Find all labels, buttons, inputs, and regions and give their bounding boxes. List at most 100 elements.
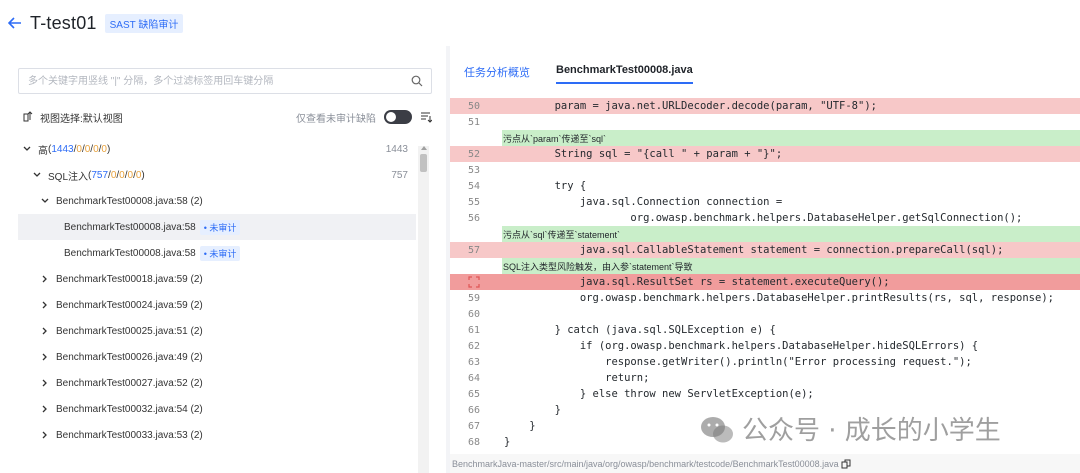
tree-node-file[interactable]: BenchmarkTest00018.java:59 (2): [18, 266, 416, 292]
defect-tree: 高(1443/0/0/0/0) 1443 SQL注入(757/0/0/0/0) …: [18, 136, 416, 473]
tree-label: BenchmarkTest00027.java:52 (2): [56, 377, 203, 389]
taint-flow-note: SQL注入类型风险触发，由入参`statement`导致: [502, 258, 1080, 274]
code-line: 65 } else throw new ServletException(e);: [450, 386, 1080, 402]
count-total: 1443: [51, 143, 74, 155]
code-text: } catch (java.sql.SQLException e) {: [504, 324, 776, 336]
tree-node-file[interactable]: BenchmarkTest00024.java:59 (2): [18, 292, 416, 318]
view-switch-icon[interactable]: [22, 111, 34, 123]
chevron-right-icon[interactable]: [40, 404, 50, 414]
line-number: 51: [467, 116, 480, 128]
chevron-down-icon[interactable]: [22, 144, 32, 154]
search-icon[interactable]: [411, 75, 423, 87]
taint-flow-note: 污点从`sql`传递至`statement`: [502, 226, 1080, 242]
status-badge: • 未审计: [199, 219, 241, 235]
count-a: 0: [76, 143, 82, 155]
code-text: return;: [504, 372, 650, 384]
chevron-right-icon[interactable]: [40, 274, 50, 284]
chevron-right-icon[interactable]: [40, 378, 50, 388]
code-line: 55 java.sql.Connection connection =: [450, 194, 1080, 210]
tree-label: BenchmarkTest00033.java:53 (2): [56, 429, 203, 441]
chevron-right-icon[interactable]: [40, 352, 50, 362]
chevron-right-icon[interactable]: [40, 430, 50, 440]
search-input[interactable]: [19, 69, 399, 93]
code-text: }: [504, 436, 511, 448]
code-text: java.sql.Connection connection =: [504, 196, 783, 208]
tree-label: BenchmarkTest00008.java:58 (2): [56, 195, 203, 207]
tree-node-file[interactable]: BenchmarkTest00025.java:51 (2): [18, 318, 416, 344]
defect-panel: 视图选择:默认视图 仅查看未审计缺陷 高(1443/0/0/0/0) 1443 …: [0, 46, 446, 473]
code-text: if (org.owasp.benchmark.helpers.Database…: [504, 340, 979, 352]
status-badge: • 未审计: [199, 245, 241, 261]
chevron-down-icon[interactable]: [32, 170, 42, 180]
only-unaudited-toggle[interactable]: [384, 110, 412, 124]
code-line: 52 String sql = "{call " + param + "}";: [450, 146, 1080, 162]
count-c: 0: [93, 143, 99, 155]
line-number: 52: [467, 148, 480, 160]
tree-leaf-issue[interactable]: BenchmarkTest00008.java:58 • 未审计: [18, 240, 416, 266]
code-text: response.getWriter().println("Error proc…: [504, 356, 972, 368]
chevron-down-icon[interactable]: [40, 196, 50, 206]
chevron-right-icon[interactable]: [40, 300, 50, 310]
tab-overview[interactable]: 任务分析概览: [464, 64, 530, 86]
code-line: 57 java.sql.CallableStatement statement …: [450, 242, 1080, 258]
sort-icon[interactable]: [420, 111, 432, 123]
node-total: 757: [391, 169, 408, 181]
tree-label: BenchmarkTest00032.java:54 (2): [56, 403, 203, 415]
copy-icon[interactable]: [841, 459, 851, 469]
line-number: 59: [467, 292, 480, 304]
chevron-right-icon[interactable]: [40, 326, 50, 336]
line-number: 57: [467, 244, 480, 256]
file-path: BenchmarkJava-master/src/main/java/org/o…: [452, 458, 839, 469]
code-line: 62 if (org.owasp.benchmark.helpers.Datab…: [450, 338, 1080, 354]
line-number: 67: [467, 420, 480, 432]
code-text: org.owasp.benchmark.helpers.DatabaseHelp…: [504, 292, 1054, 304]
tab-source-file[interactable]: BenchmarkTest00008.java: [556, 64, 693, 84]
back-arrow-icon[interactable]: [8, 15, 24, 31]
scroll-up-arrow[interactable]: [421, 146, 427, 150]
scroll-thumb[interactable]: [420, 154, 427, 172]
scan-type-tag: SAST 缺陷审计: [104, 13, 184, 33]
wechat-logo-icon: [701, 417, 733, 443]
view-bar: 视图选择:默认视图 仅查看未审计缺陷: [22, 108, 432, 126]
code-line: 64 return;: [450, 370, 1080, 386]
tree-label: SQL注入: [48, 171, 89, 183]
code-text: java.sql.ResultSet rs = statement.execut…: [504, 276, 890, 288]
code-text: String sql = "{call " + param + "}";: [504, 148, 783, 160]
line-number: 68: [467, 436, 480, 448]
code-text: org.owasp.benchmark.helpers.DatabaseHelp…: [504, 212, 1023, 224]
tree-label: BenchmarkTest00026.java:49 (2): [56, 351, 203, 363]
only-unaudited-label: 仅查看未审计缺陷: [296, 113, 376, 125]
tree-node-file[interactable]: BenchmarkTest00033.java:53 (2): [18, 422, 416, 448]
count-c: 0: [127, 169, 134, 181]
line-number: 60: [467, 308, 480, 320]
code-line: 50 param = java.net.URLDecoder.decode(pa…: [450, 98, 1080, 114]
code-panel: 任务分析概览 BenchmarkTest00008.java 50 param …: [450, 46, 1080, 473]
count-d: 0: [101, 143, 107, 155]
tree-label: BenchmarkTest00018.java:59 (2): [56, 273, 203, 285]
code-line: 63 response.getWriter().println("Error p…: [450, 354, 1080, 370]
tree-node-high[interactable]: 高(1443/0/0/0/0) 1443: [18, 136, 416, 162]
line-number: 53: [467, 164, 480, 176]
search-box: [18, 68, 432, 94]
tree-scrollbar[interactable]: [418, 146, 429, 473]
code-line: 54 try {: [450, 178, 1080, 194]
view-selector[interactable]: 视图选择:默认视图: [40, 110, 123, 125]
line-number: 65: [467, 388, 480, 400]
node-total: 1443: [385, 143, 408, 155]
tree-node-file[interactable]: BenchmarkTest00027.java:52 (2): [18, 370, 416, 396]
file-path-bar: BenchmarkJava-master/src/main/java/org/o…: [450, 454, 1080, 473]
code-text: java.sql.CallableStatement statement = c…: [504, 244, 1004, 256]
tree-node-sql-injection[interactable]: SQL注入(757/0/0/0/0) 757: [18, 162, 416, 188]
tree-node-file[interactable]: BenchmarkTest00026.java:49 (2): [18, 344, 416, 370]
page-title: T-test01: [30, 12, 97, 33]
count-total: 757: [91, 169, 109, 181]
tree-label: BenchmarkTest00024.java:59 (2): [56, 299, 203, 311]
line-number: 56: [467, 212, 480, 224]
code-line: 60: [450, 306, 1080, 322]
count-d: 0: [135, 169, 142, 181]
tree-node-file[interactable]: BenchmarkTest00032.java:54 (2): [18, 396, 416, 422]
code-view: 50 param = java.net.URLDecoder.decode(pa…: [450, 98, 1080, 454]
tree-node-file[interactable]: BenchmarkTest00008.java:58 (2): [18, 188, 416, 214]
tree-leaf-issue[interactable]: BenchmarkTest00008.java:58 • 未审计: [18, 214, 416, 240]
code-line: 53: [450, 162, 1080, 178]
